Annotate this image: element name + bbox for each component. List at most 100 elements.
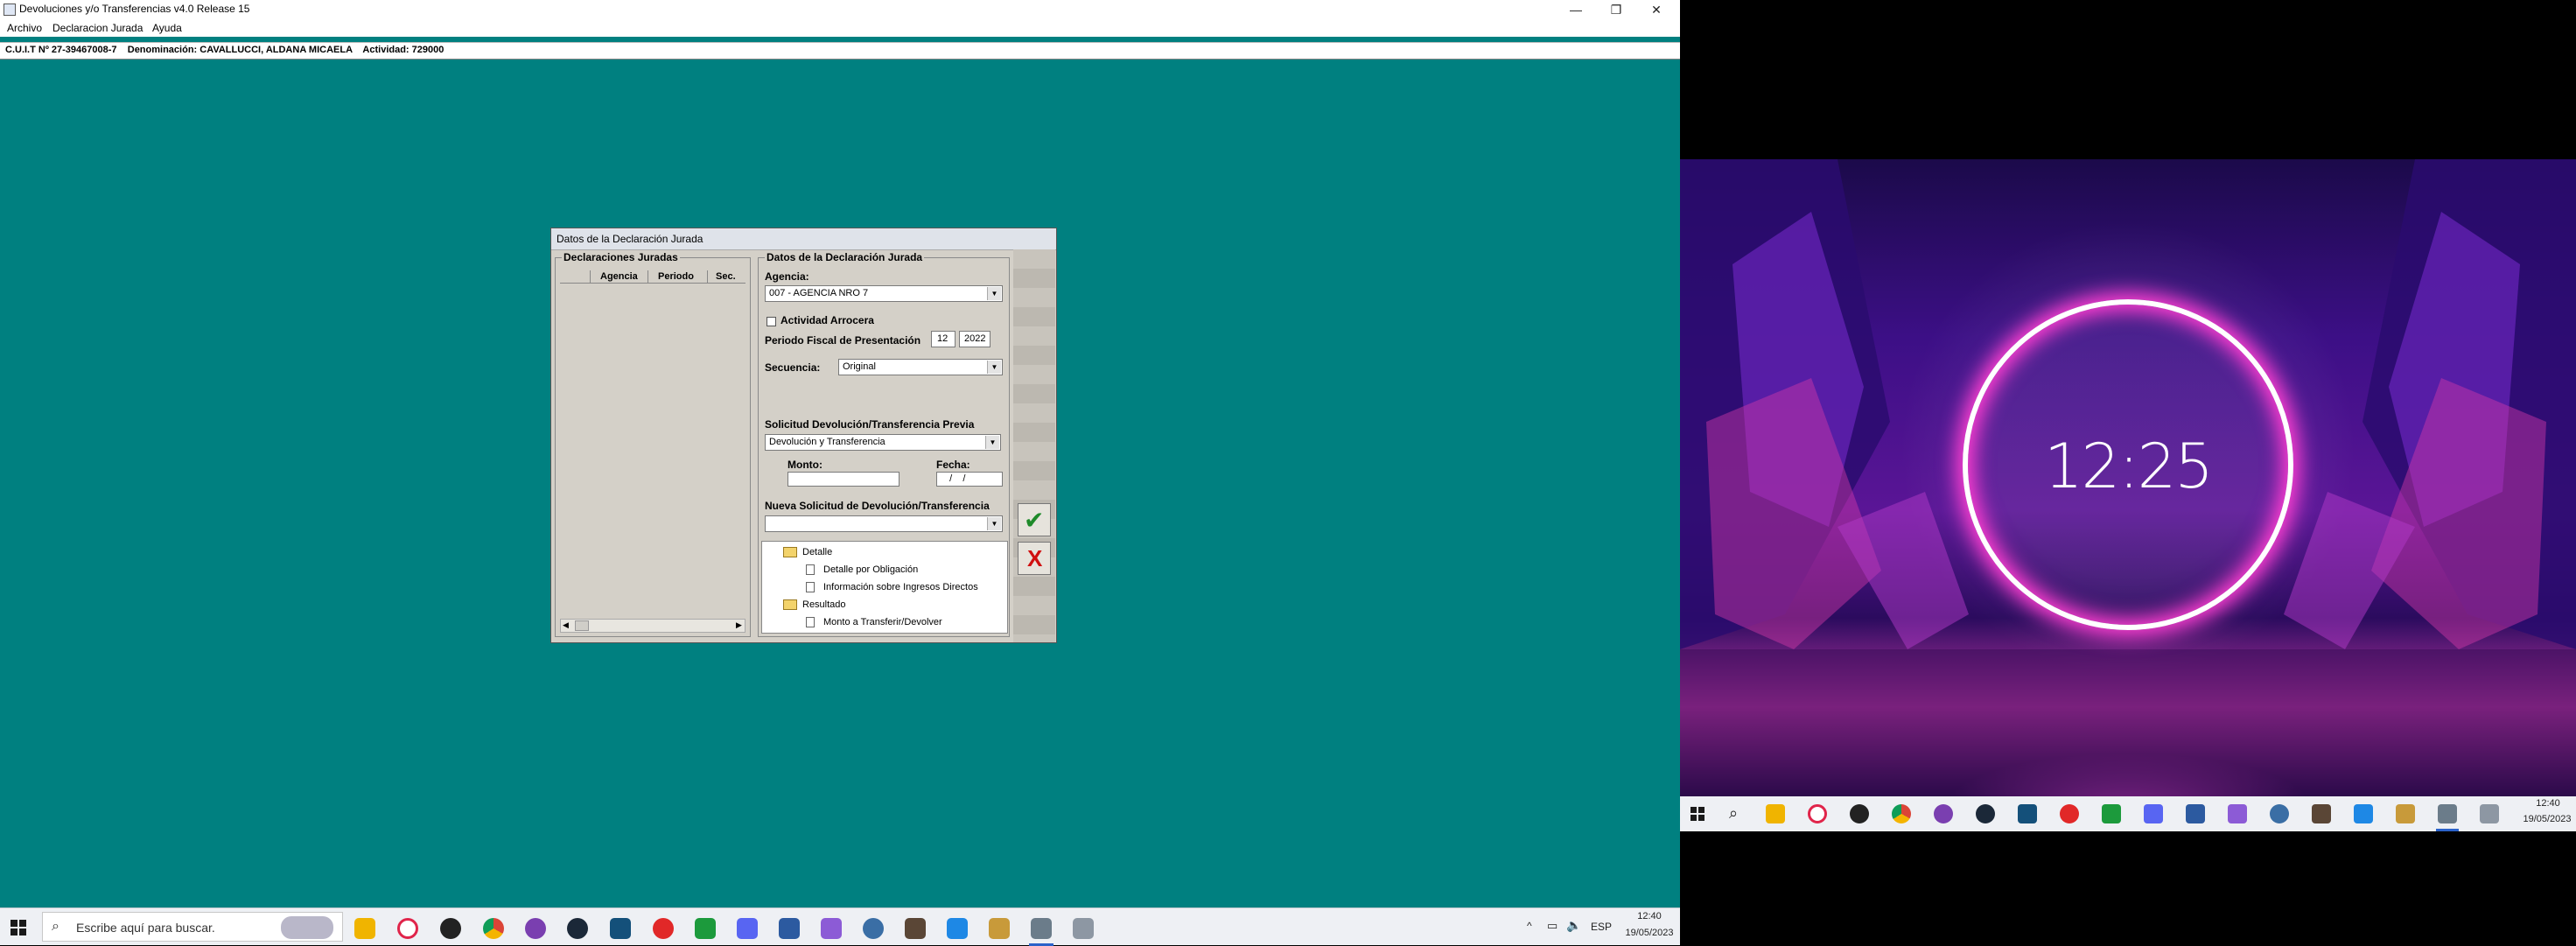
menu-bar: Archivo Declaracion Jurada Ayuda [0,19,1680,37]
periodo-month-value: 12 [937,333,948,344]
vscode-icon[interactable] [2354,804,2373,823]
blue-app-icon[interactable] [863,918,884,939]
accept-button[interactable]: ✔ [1018,503,1051,536]
steam-icon[interactable] [567,918,588,939]
app-titlebar: Devoluciones y/o Transferencias v4.0 Rel… [0,0,1680,19]
ddjj-col-agencia[interactable]: Agencia [600,271,638,282]
game-icon[interactable] [2312,804,2331,823]
discord-icon[interactable] [2144,804,2163,823]
tree-item-monto-transferir[interactable]: Monto a Transferir/Devolver [823,617,942,627]
gog-icon[interactable] [440,918,461,939]
fecha-field[interactable]: / / [936,472,1003,487]
dialog-title: Datos de la Declaración Jurada [556,233,704,245]
secuencia-value: Original [843,361,876,372]
nueva-solicitud-select[interactable]: ▼ [765,515,1003,532]
network-app-icon[interactable] [1073,918,1094,939]
scroll-thumb[interactable] [575,620,589,631]
declaraciones-juradas-label: Declaraciones Juradas [562,251,680,263]
monto-field[interactable] [788,472,900,487]
proton-icon[interactable] [525,918,546,939]
taskbar-time[interactable]: 12:40 [2522,798,2574,809]
taxpayer-info-bar: C.U.I.T Nº 27-39467008-7 Denominación: C… [0,42,1680,60]
spreadsheet-icon[interactable] [695,918,716,939]
purple-app-icon[interactable] [821,918,842,939]
book-icon[interactable] [2018,804,2037,823]
opera-icon[interactable] [397,918,418,939]
periodo-month-field[interactable]: 12 [931,331,956,347]
restore-button[interactable]: ❐ [1596,0,1636,19]
network-icon[interactable]: ▭ [1547,919,1558,933]
close-button[interactable]: ✕ [1636,0,1676,19]
declaracion-jurada-dialog: Datos de la Declaración Jurada Declaraci… [550,228,1057,643]
red-app-icon[interactable] [653,918,674,939]
periodo-year-field[interactable]: 2022 [959,331,990,347]
spreadsheet-icon[interactable] [2102,804,2121,823]
afip-icon[interactable] [1031,918,1052,939]
game-icon[interactable] [905,918,926,939]
chrome-icon[interactable] [483,918,504,939]
desktop-wallpaper: 12:25 [1680,159,2576,796]
file-explorer-icon[interactable] [354,918,375,939]
discord-icon[interactable] [737,918,758,939]
search-icon[interactable]: ⌕ [1729,804,1738,823]
folder-app-icon[interactable] [989,918,1010,939]
windows-start-icon[interactable] [1690,807,1704,821]
secuencia-select[interactable]: Original ▼ [838,359,1003,375]
purple-app-icon[interactable] [2228,804,2247,823]
blue-app-icon[interactable] [2270,804,2289,823]
agencia-value: 007 - AGENCIA NRO 7 [769,288,869,298]
volume-icon[interactable]: 🔈 [1566,918,1581,933]
menu-declaracion-jurada[interactable]: Declaracion Jurada [52,22,143,34]
steam-icon[interactable] [1976,804,1995,823]
folder-app-icon[interactable] [2396,804,2415,823]
vscode-icon[interactable] [947,918,968,939]
tree-item-resultado[interactable]: Resultado [802,599,846,610]
dialog-titlebar: Datos de la Declaración Jurada [551,228,1056,250]
virtualbox-icon[interactable] [779,918,800,939]
red-app-icon[interactable] [2060,804,2079,823]
minimize-button[interactable]: — [1556,0,1596,19]
chevron-down-icon[interactable]: ▼ [985,436,999,449]
solicitud-previa-select[interactable]: Devolución y Transferencia ▼ [765,434,1001,451]
scroll-right-icon[interactable]: ▶ [736,620,742,630]
ddjj-horizontal-scrollbar[interactable]: ◀ ▶ [560,619,746,633]
taxpayer-info-text: C.U.I.T Nº 27-39467008-7 Denominación: C… [5,45,444,55]
virtualbox-icon[interactable] [2186,804,2205,823]
cancel-button[interactable]: X [1018,542,1051,575]
declaraciones-juradas-group [555,257,751,637]
windows-start-icon[interactable] [10,920,26,935]
search-icon: ⌕ [52,919,60,934]
taskbar-date[interactable]: 19/05/2023 [2518,814,2576,824]
tree-item-detalle-obligacion[interactable]: Detalle por Obligación [823,564,918,575]
chrome-icon[interactable] [1892,804,1911,823]
proton-icon[interactable] [1934,804,1953,823]
file-explorer-icon[interactable] [1766,804,1785,823]
afip-icon[interactable] [2438,804,2457,823]
scroll-left-icon[interactable]: ◀ [563,620,569,630]
menu-archivo[interactable]: Archivo [7,22,42,34]
ddjj-col-periodo[interactable]: Periodo [658,271,694,282]
taskbar-search-box[interactable]: ⌕ Escribe aquí para buscar. [42,912,343,942]
opera-icon[interactable] [1808,804,1827,823]
language-indicator[interactable]: ESP [1591,921,1612,933]
document-icon [806,564,815,575]
tree-item-ingresos-directos[interactable]: Información sobre Ingresos Directos [823,582,978,592]
chevron-down-icon[interactable]: ▼ [987,361,1001,374]
book-icon[interactable] [610,918,631,939]
afip-watermark-strip [1013,249,1055,642]
chevron-up-icon[interactable]: ^ [1527,920,1532,932]
fecha-value: / / [944,473,966,484]
taskbar-time[interactable]: 12:40 [1623,911,1676,921]
actividad-arrocera-checkbox[interactable] [766,317,776,326]
document-icon [806,617,815,627]
chevron-down-icon[interactable]: ▼ [987,517,1001,530]
agencia-select[interactable]: 007 - AGENCIA NRO 7 ▼ [765,285,1003,302]
gog-icon[interactable] [1850,804,1869,823]
network-app-icon[interactable] [2480,804,2499,823]
ddjj-col-sec[interactable]: Sec. [716,271,736,282]
taskbar-date[interactable]: 19/05/2023 [1619,928,1680,938]
menu-ayuda[interactable]: Ayuda [152,22,182,34]
tree-item-detalle[interactable]: Detalle [802,547,832,557]
chevron-down-icon[interactable]: ▼ [987,287,1001,300]
folder-icon [783,599,797,610]
